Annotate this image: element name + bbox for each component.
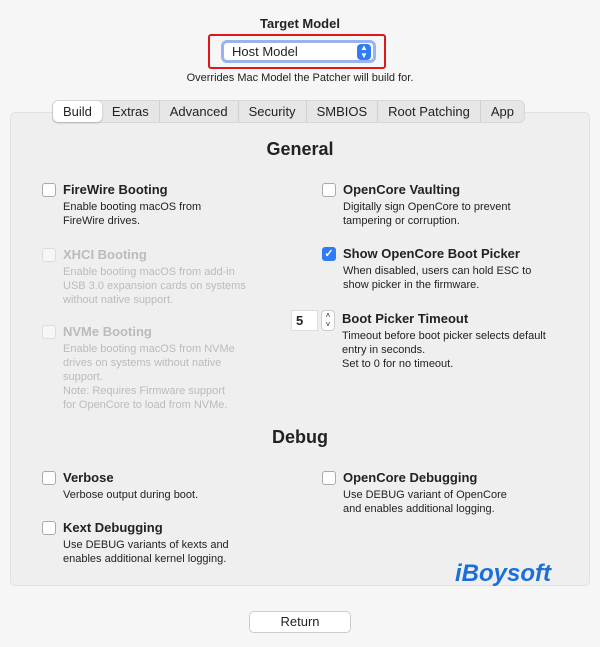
tab-build[interactable]: Build (53, 101, 102, 122)
boot-picker-desc: When disabled, users can hold ESC to sho… (343, 265, 532, 291)
xhci-option: XHCI Booting Enable booting macOS from a… (42, 247, 282, 307)
xhci-checkbox[interactable] (42, 248, 56, 262)
boot-picker-label: Show OpenCore Boot Picker (343, 246, 520, 261)
timeout-option: Boot Picker Timeout Timeout before boot … (322, 311, 592, 371)
tab-security[interactable]: Security (239, 101, 307, 122)
general-heading: General (266, 139, 334, 159)
oc-debug-checkbox[interactable] (322, 471, 336, 485)
firewire-label: FireWire Booting (63, 182, 168, 197)
tab-extras[interactable]: Extras (102, 101, 160, 122)
return-button[interactable]: Return (249, 611, 351, 633)
boot-picker-option: ✓ Show OpenCore Boot Picker When disabled… (322, 246, 592, 292)
tab-advanced[interactable]: Advanced (160, 101, 239, 122)
tab-root-patching[interactable]: Root Patching (378, 101, 481, 122)
chevron-up-down-icon: ▲ ▼ (357, 44, 371, 60)
target-model-value: Host Model (232, 44, 298, 59)
boot-picker-checkbox[interactable]: ✓ (322, 247, 336, 261)
oc-debug-label: OpenCore Debugging (343, 470, 478, 485)
tab-bar: Build Extras Advanced Security SMBIOS Ro… (52, 100, 525, 123)
vaulting-label: OpenCore Vaulting (343, 182, 461, 197)
kext-debug-desc: Use DEBUG variants of kexts and enables … (63, 539, 229, 565)
nvme-desc: Enable booting macOS from NVMe drives on… (63, 343, 235, 411)
kext-debug-option: Kext Debugging Use DEBUG variants of kex… (42, 520, 282, 566)
kext-debug-checkbox[interactable] (42, 521, 56, 535)
timeout-desc: Timeout before boot picker selects defau… (342, 330, 546, 370)
tab-smbios[interactable]: SMBIOS (307, 101, 379, 122)
nvme-label: NVMe Booting (63, 324, 152, 339)
kext-debug-label: Kext Debugging (63, 520, 163, 535)
nvme-checkbox[interactable] (42, 325, 56, 339)
timeout-input[interactable]: 5 (291, 310, 318, 331)
watermark-logo: iBoysoft (455, 560, 551, 587)
vaulting-checkbox[interactable] (322, 183, 336, 197)
firewire-option: FireWire Booting Enable booting macOS fr… (42, 182, 282, 228)
vaulting-desc: Digitally sign OpenCore to prevent tampe… (343, 201, 511, 227)
target-model-title: Target Model (260, 16, 340, 31)
verbose-desc: Verbose output during boot. (63, 489, 199, 501)
verbose-label: Verbose (63, 470, 114, 485)
target-model-subtitle: Overrides Mac Model the Patcher will bui… (186, 72, 414, 84)
debug-heading: Debug (272, 427, 328, 447)
vaulting-option: OpenCore Vaulting Digitally sign OpenCor… (322, 182, 592, 228)
target-model-select[interactable]: Host Model ▲ ▼ (221, 40, 376, 63)
nvme-option: NVMe Booting Enable booting macOS from N… (42, 324, 282, 412)
verbose-option: Verbose Verbose output during boot. (42, 470, 282, 502)
firewire-desc: Enable booting macOS from FireWire drive… (63, 201, 202, 227)
tab-app[interactable]: App (481, 101, 524, 122)
oc-debug-option: OpenCore Debugging Use DEBUG variant of … (322, 470, 592, 516)
verbose-checkbox[interactable] (42, 471, 56, 485)
timeout-label: Boot Picker Timeout (342, 311, 469, 326)
xhci-desc: Enable booting macOS from add-in USB 3.0… (63, 266, 246, 306)
oc-debug-desc: Use DEBUG variant of OpenCore and enable… (343, 489, 507, 515)
xhci-label: XHCI Booting (63, 247, 147, 262)
firewire-checkbox[interactable] (42, 183, 56, 197)
